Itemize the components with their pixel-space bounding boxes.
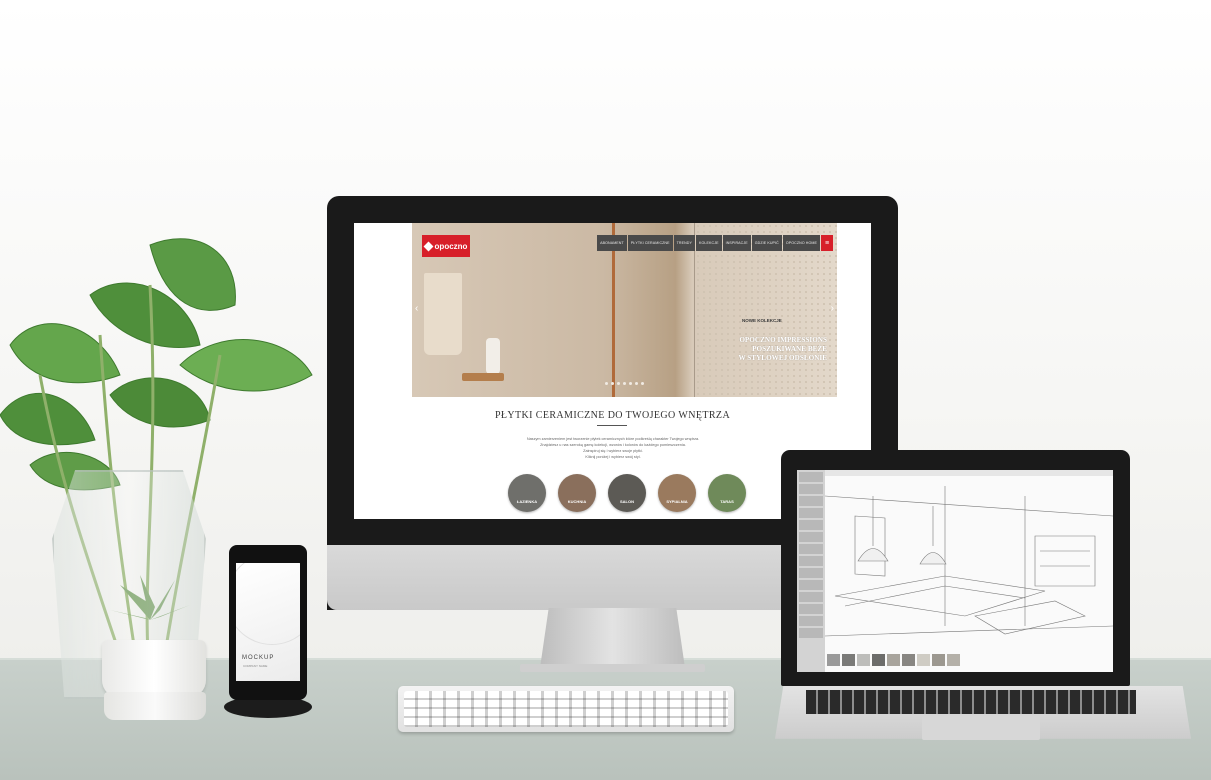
slider-dot[interactable]	[641, 382, 644, 385]
cad-tool[interactable]	[799, 592, 823, 602]
plant-pot	[102, 640, 206, 698]
material-swatch[interactable]	[902, 654, 915, 666]
hero-vase	[486, 338, 500, 374]
cad-sidebar	[797, 470, 825, 672]
category-label: KUCHNIA	[567, 499, 587, 504]
material-swatch[interactable]	[872, 654, 885, 666]
nav-item-inspiracje[interactable]: INSPIRACJE	[722, 235, 751, 251]
slider-dot[interactable]	[605, 382, 608, 385]
material-swatch[interactable]	[827, 654, 840, 666]
nav-item-gdzie-kupic[interactable]: GDZIE KUPIĆ	[751, 235, 782, 251]
laptop-keyboard	[806, 690, 1136, 714]
category-taras[interactable]: TARAS	[708, 474, 746, 512]
imac-stand	[540, 608, 685, 668]
phone-screen: MOCKUP COMPANY NAME	[236, 563, 300, 681]
hero-hanging-bag	[424, 273, 462, 355]
category-label: ŁAZIENKA	[516, 499, 538, 504]
cad-tool[interactable]	[799, 532, 823, 542]
slider-dot[interactable]	[629, 382, 632, 385]
hero-title-line: OPOCZNO IMPRESSIONS	[739, 336, 827, 344]
category-sypialnia[interactable]: SYPIALNIA	[658, 474, 696, 512]
phone-wallpaper	[236, 563, 300, 645]
cad-tool[interactable]	[799, 472, 823, 482]
hero-stool	[462, 373, 504, 381]
cad-tool[interactable]	[799, 568, 823, 578]
imac-stand-foot	[520, 664, 705, 672]
keyboard-keys	[404, 691, 728, 727]
hero-title-line: POSZUKIWANE BEŻE	[752, 345, 827, 353]
phone-tagline: COMPANY NAME	[243, 664, 268, 668]
brand-logo[interactable]: opoczno	[422, 235, 470, 257]
category-lazienka[interactable]: ŁAZIENKA	[508, 474, 546, 512]
cad-tool[interactable]	[799, 616, 823, 626]
keyboard	[398, 686, 734, 732]
hero-title[interactable]: OPOCZNO IMPRESSIONS POSZUKIWANE BEŻE W S…	[717, 336, 827, 363]
laptop-screen	[797, 470, 1113, 672]
cad-tool[interactable]	[799, 544, 823, 554]
title-divider	[597, 425, 627, 426]
material-swatch[interactable]	[917, 654, 930, 666]
hero-kicker: NOWE KOLEKCJE	[742, 318, 782, 323]
slider-prev-icon[interactable]: ‹	[415, 303, 418, 314]
nav-item-opoczno-home[interactable]: OPOCZNO HOME	[782, 235, 820, 251]
hero-title-line: W STYLOWEJ ODSŁONIE	[738, 354, 827, 362]
phone-brand-text: MOCKUP	[242, 655, 275, 661]
slider-dot[interactable]	[635, 382, 638, 385]
logo-text: opoczno	[434, 241, 468, 251]
logo-diamond-icon	[423, 241, 433, 251]
nav-item-abonament[interactable]: ABONAMENT	[597, 235, 627, 251]
slider-next-icon[interactable]: ›	[831, 303, 834, 314]
nav-item-kolekcje[interactable]: KOLEKCJE	[696, 235, 722, 251]
cad-tool[interactable]	[799, 556, 823, 566]
cad-tool[interactable]	[799, 604, 823, 614]
intro-paragraph: Naszym zamierzeniem jest tworzenie płyte…	[481, 436, 745, 460]
material-swatch[interactable]	[857, 654, 870, 666]
cad-room-sketch[interactable]	[825, 476, 1113, 654]
hamburger-menu-icon[interactable]: ≡	[821, 235, 833, 251]
hero-slider[interactable]: opoczno ABONAMENT PŁYTKI CERAMICZNE TREN…	[412, 223, 837, 397]
category-salon[interactable]: SALON	[608, 474, 646, 512]
material-swatches	[827, 654, 960, 666]
slider-dot[interactable]	[623, 382, 626, 385]
material-swatch[interactable]	[932, 654, 945, 666]
nav-item-plytki[interactable]: PŁYTKI CERAMICZNE	[627, 235, 673, 251]
category-circles: ŁAZIENKA KUCHNIA SALON SYPIALNIA TARAS	[508, 474, 746, 512]
material-swatch[interactable]	[947, 654, 960, 666]
main-nav: ABONAMENT PŁYTKI CERAMICZNE TRENDY KOLEK…	[597, 235, 833, 251]
cad-tool[interactable]	[799, 628, 823, 638]
category-kuchnia[interactable]: KUCHNIA	[558, 474, 596, 512]
cad-tool[interactable]	[799, 580, 823, 590]
cad-tool[interactable]	[799, 508, 823, 518]
nav-item-trendy[interactable]: TRENDY	[673, 235, 696, 251]
cad-tool[interactable]	[799, 484, 823, 494]
category-label: SALON	[620, 499, 634, 504]
material-swatch[interactable]	[887, 654, 900, 666]
slider-dots	[605, 382, 644, 385]
slider-dot[interactable]	[617, 382, 620, 385]
category-label: SYPIALNIA	[666, 499, 688, 504]
category-label: TARAS	[720, 499, 734, 504]
laptop-trackpad	[922, 716, 1040, 740]
paragraph-line: Kliknij poniżej i wybierz swój styl.	[585, 455, 641, 459]
section-title: PŁYTKI CERAMICZNE DO TWOJEGO WNĘTRZA	[494, 410, 731, 421]
slider-dot[interactable]	[611, 382, 614, 385]
material-swatch[interactable]	[842, 654, 855, 666]
cad-tool[interactable]	[799, 520, 823, 530]
pot-base	[104, 692, 206, 720]
cad-tool[interactable]	[799, 496, 823, 506]
